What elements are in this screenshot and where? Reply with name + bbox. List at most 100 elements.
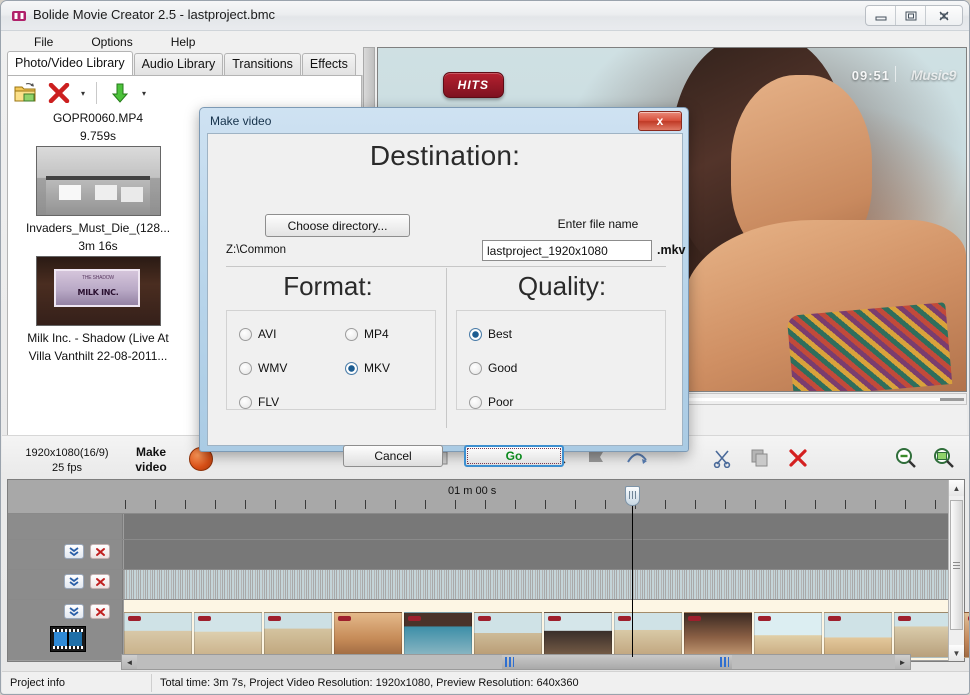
timeline-ruler[interactable]: 01 m 00 s <box>8 480 949 513</box>
toolbar-separator <box>96 82 97 104</box>
library-toolbar: ▾ ▾ <box>8 76 361 110</box>
video-frame <box>544 612 612 658</box>
choose-directory-button[interactable]: Choose directory... <box>265 214 410 237</box>
timeline-panel[interactable]: 01 m 00 s <box>7 479 965 662</box>
file-name-input[interactable]: lastproject_1920x1080 <box>482 240 652 261</box>
open-folder-add-icon[interactable] <box>8 78 42 108</box>
scrollbar-thumb[interactable] <box>950 500 963 630</box>
status-label: Project info <box>2 674 152 692</box>
title-bar: Bolide Movie Creator 2.5 - lastproject.b… <box>1 1 970 31</box>
track-header <box>8 514 123 539</box>
track-close-icon[interactable] <box>90 574 110 589</box>
video-frame <box>474 612 542 658</box>
list-item-label: Invaders_Must_Die_(128... <box>13 220 183 236</box>
audio-waveform <box>124 570 949 599</box>
track-content[interactable] <box>124 540 949 569</box>
delete-icon[interactable] <box>787 447 809 469</box>
list-item-thumbnail[interactable] <box>36 146 161 216</box>
window-controls <box>865 5 963 26</box>
track-content[interactable] <box>124 600 949 660</box>
copy-icon[interactable] <box>749 447 771 469</box>
timeline-track-audio[interactable] <box>8 569 949 599</box>
radio-dot-icon <box>345 362 358 375</box>
video-frame <box>124 612 192 658</box>
timeline-horizontal-scrollbar[interactable]: ◄ ► <box>121 654 911 670</box>
go-button[interactable]: Go <box>464 445 564 467</box>
tab-transitions[interactable]: Transitions <box>224 53 301 75</box>
list-item-duration: 9.759s <box>13 128 183 144</box>
timeline-playhead-handle[interactable] <box>625 486 640 506</box>
scrollbar-thumb[interactable] <box>502 655 732 669</box>
video-frame <box>754 612 822 658</box>
video-frame <box>684 612 752 658</box>
radio-quality-good[interactable]: Good <box>469 361 517 375</box>
radio-quality-best[interactable]: Best <box>469 327 512 341</box>
status-bar: Project info Total time: 3m 7s, Project … <box>2 671 970 693</box>
minimize-button[interactable] <box>866 6 896 25</box>
radio-format-wmv[interactable]: WMV <box>239 361 287 375</box>
tab-effects[interactable]: Effects <box>302 53 356 75</box>
timeline-track-video[interactable] <box>8 599 949 660</box>
zoom-out-icon[interactable] <box>895 447 917 469</box>
menu-item-file[interactable]: File <box>22 33 65 51</box>
tab-audio-library[interactable]: Audio Library <box>134 53 224 75</box>
scroll-down-arrow-icon[interactable]: ▼ <box>949 645 964 661</box>
file-extension-label: .mkv <box>657 243 686 257</box>
preview-overlay-divider <box>895 66 896 82</box>
tab-photo-video-library[interactable]: Photo/Video Library <box>7 51 133 75</box>
scroll-left-arrow-icon[interactable]: ◄ <box>122 655 137 669</box>
track-content[interactable] <box>124 570 949 599</box>
menu-item-options[interactable]: Options <box>79 33 144 51</box>
radio-dot-icon <box>469 328 482 341</box>
add-dropdown-caret-icon[interactable]: ▾ <box>137 78 151 108</box>
timeline-track-empty-1[interactable] <box>8 513 949 539</box>
track-collapse-icon[interactable] <box>64 544 84 559</box>
radio-label: Good <box>488 361 517 375</box>
timeline-track-empty-2[interactable] <box>8 539 949 569</box>
track-content[interactable] <box>124 514 949 539</box>
list-item-thumbnail[interactable]: THE SHADOWMILK INC. <box>36 256 161 326</box>
scroll-right-arrow-icon[interactable]: ► <box>895 655 910 669</box>
timeline-action-icons <box>711 445 955 471</box>
radio-quality-poor[interactable]: Poor <box>469 395 513 409</box>
radio-format-mkv[interactable]: MKV <box>345 361 390 375</box>
close-button[interactable] <box>926 6 962 25</box>
maximize-button[interactable] <box>896 6 926 25</box>
dialog-body: Destination: Choose directory... Enter f… <box>207 133 683 446</box>
dialog-title: Make video <box>210 114 271 128</box>
radio-format-avi[interactable]: AVI <box>239 327 276 341</box>
app-logo-icon <box>11 8 27 24</box>
remove-dropdown-caret-icon[interactable]: ▾ <box>76 78 90 108</box>
track-header <box>8 600 123 660</box>
cut-icon[interactable] <box>711 447 733 469</box>
red-x-icon[interactable] <box>42 78 76 108</box>
radio-format-mp4[interactable]: MP4 <box>345 327 389 341</box>
video-clip-icon <box>50 626 86 652</box>
green-down-arrow-icon[interactable] <box>103 78 137 108</box>
cancel-button[interactable]: Cancel <box>343 445 443 467</box>
dialog-close-button[interactable]: x <box>638 111 682 131</box>
radio-label: FLV <box>258 395 279 409</box>
track-close-icon[interactable] <box>90 544 110 559</box>
destination-heading: Destination: <box>208 140 682 172</box>
track-close-icon[interactable] <box>90 604 110 619</box>
radio-dot-icon <box>239 396 252 409</box>
enter-file-name-label: Enter file name <box>508 217 688 231</box>
timeline-playhead <box>632 502 633 657</box>
scroll-up-arrow-icon[interactable]: ▲ <box>949 480 964 496</box>
project-info-box: 1920x1080(16/9) 25 fps <box>7 444 127 478</box>
menu-item-help[interactable]: Help <box>159 33 208 51</box>
radio-format-flv[interactable]: FLV <box>239 395 279 409</box>
timeline-vertical-scrollbar[interactable]: ▲ ▼ <box>948 480 964 661</box>
zoom-fit-icon[interactable] <box>933 447 955 469</box>
video-clip[interactable] <box>124 600 949 660</box>
project-fps: 25 fps <box>7 461 127 476</box>
quality-heading: Quality: <box>452 271 672 302</box>
make-video-button[interactable]: Make video <box>121 445 181 475</box>
track-collapse-icon[interactable] <box>64 604 84 619</box>
track-collapse-icon[interactable] <box>64 574 84 589</box>
application-window: Bolide Movie Creator 2.5 - lastproject.b… <box>0 0 970 695</box>
library-tab-bar: Photo/Video Library Audio Library Transi… <box>7 53 357 75</box>
radio-dot-icon <box>345 328 358 341</box>
make-video-dialog[interactable]: Make video x Destination: Choose directo… <box>199 107 689 452</box>
